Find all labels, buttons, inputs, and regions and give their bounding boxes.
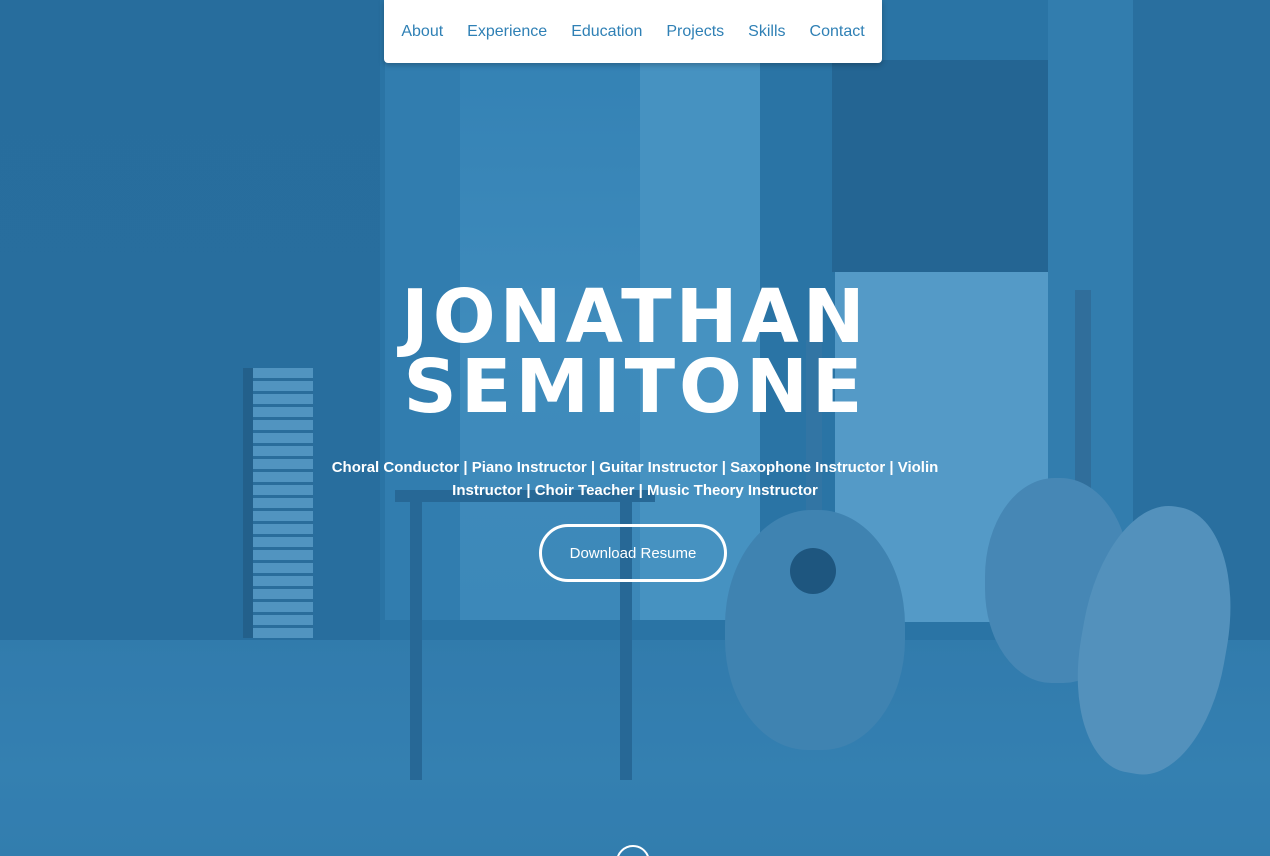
nav-link-education[interactable]: Education	[571, 23, 642, 41]
top-navigation: About Experience Education Projects Skil…	[384, 0, 882, 63]
hero-subtitle: Choral Conductor | Piano Instructor | Gu…	[331, 459, 939, 499]
hero-name-line2: SEMITONE	[403, 344, 867, 430]
nav-link-skills[interactable]: Skills	[748, 23, 785, 41]
nav-link-contact[interactable]: Contact	[810, 23, 865, 41]
nav-link-experience[interactable]: Experience	[467, 23, 547, 41]
nav-link-about[interactable]: About	[401, 23, 443, 41]
download-resume-button[interactable]: Download Resume	[539, 524, 727, 582]
nav-link-projects[interactable]: Projects	[666, 23, 724, 41]
hero-section: About Experience Education Projects Skil…	[0, 0, 1270, 856]
hero-name-heading: JONATHAN SEMITONE	[0, 280, 1270, 424]
